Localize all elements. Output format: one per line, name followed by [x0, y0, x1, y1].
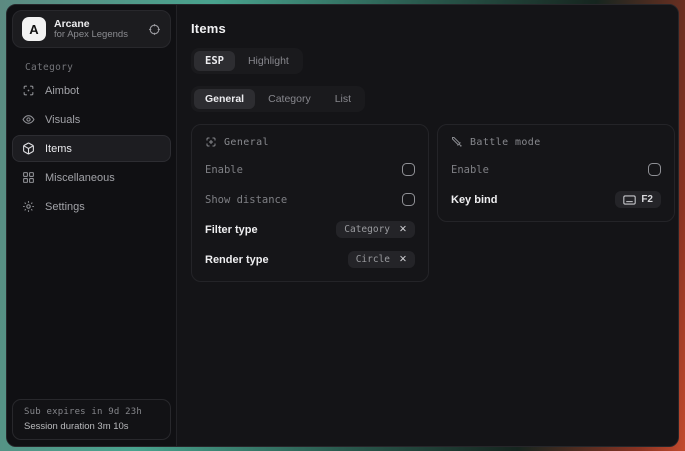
sidebar-item-aimbot[interactable]: Aimbot	[12, 77, 171, 104]
page-title: Items	[191, 21, 675, 36]
sidebar-item-settings[interactable]: Settings	[12, 193, 171, 220]
panels-container: General Enable Show distance Filter type…	[191, 124, 675, 282]
gear-icon	[22, 200, 35, 213]
filter-type-select[interactable]: Category ✕	[336, 221, 415, 238]
sidebar-item-label: Visuals	[45, 114, 80, 126]
sub-expiry-text: Sub expires in 9d 23h	[24, 407, 159, 417]
sidebar-section-label: Category	[25, 62, 171, 73]
panel-title: General	[224, 137, 269, 148]
setting-label: Key bind	[451, 194, 497, 206]
grid-icon	[22, 171, 35, 184]
tab-highlight[interactable]: Highlight	[237, 51, 300, 71]
scan-icon	[22, 84, 35, 97]
view-tabbar: General Category List	[191, 86, 365, 112]
keyboard-icon	[623, 195, 636, 205]
clear-icon[interactable]: ✕	[399, 255, 407, 265]
tab-list[interactable]: List	[324, 89, 362, 109]
tab-category[interactable]: Category	[257, 89, 322, 109]
keybind-value: F2	[641, 194, 653, 205]
battle-enable-checkbox[interactable]	[648, 163, 661, 176]
render-type-select[interactable]: Circle ✕	[348, 251, 415, 268]
panel-header: General	[205, 136, 415, 148]
eye-icon	[22, 113, 35, 126]
selected-value: Category	[344, 224, 390, 235]
app-window: A Arcane for Apex Legends Category	[6, 4, 679, 447]
sidebar-item-label: Items	[45, 143, 72, 155]
setting-label: Show distance	[205, 194, 287, 206]
brand-title: Arcane	[54, 18, 140, 30]
panel-battle-mode: Battle mode Enable Key bind	[437, 124, 675, 222]
crosshair-icon	[205, 136, 217, 148]
setting-row-key-bind: Key bind F2	[451, 191, 661, 208]
setting-label: Enable	[451, 164, 489, 176]
sword-icon	[451, 136, 463, 148]
sidebar-item-label: Aimbot	[45, 85, 79, 97]
setting-label: Filter type	[205, 224, 258, 236]
brand-subtitle: for Apex Legends	[54, 30, 140, 41]
tab-general[interactable]: General	[194, 89, 255, 109]
panel-header: Battle mode	[451, 136, 661, 148]
panel-title: Battle mode	[470, 137, 541, 148]
box-icon	[22, 142, 35, 155]
setting-row-enable: Enable	[451, 161, 661, 178]
enable-checkbox[interactable]	[402, 163, 415, 176]
setting-label: Render type	[205, 254, 269, 266]
tab-esp[interactable]: ESP	[194, 51, 235, 71]
sidebar-item-items[interactable]: Items	[12, 135, 171, 162]
selected-value: Circle	[356, 254, 390, 265]
sidebar-item-visuals[interactable]: Visuals	[12, 106, 171, 133]
sidebar-nav: Aimbot Visuals Items	[12, 77, 171, 220]
sidebar-item-label: Miscellaneous	[45, 172, 115, 184]
subscription-info-box: Sub expires in 9d 23h Session duration 3…	[12, 399, 171, 440]
brand-card: A Arcane for Apex Legends	[12, 10, 171, 48]
setting-row-show-distance: Show distance	[205, 191, 415, 208]
show-distance-checkbox[interactable]	[402, 193, 415, 206]
setting-label: Enable	[205, 164, 243, 176]
setting-row-filter-type: Filter type Category ✕	[205, 221, 415, 238]
brand-logo: A	[22, 17, 46, 41]
keybind-button[interactable]: F2	[615, 191, 661, 208]
setting-row-render-type: Render type Circle ✕	[205, 251, 415, 268]
sidebar-item-label: Settings	[45, 201, 85, 213]
clear-icon[interactable]: ✕	[399, 225, 407, 235]
mode-tabbar: ESP Highlight	[191, 48, 303, 74]
brand-text: Arcane for Apex Legends	[54, 18, 140, 41]
panel-general: General Enable Show distance Filter type…	[191, 124, 429, 282]
crosshair-icon[interactable]	[148, 23, 161, 36]
sidebar: A Arcane for Apex Legends Category	[7, 5, 177, 446]
session-duration-text: Session duration 3m 10s	[24, 421, 159, 432]
setting-row-enable: Enable	[205, 161, 415, 178]
sidebar-item-miscellaneous[interactable]: Miscellaneous	[12, 164, 171, 191]
main-content: Items ESP Highlight General Category Lis…	[177, 5, 679, 446]
